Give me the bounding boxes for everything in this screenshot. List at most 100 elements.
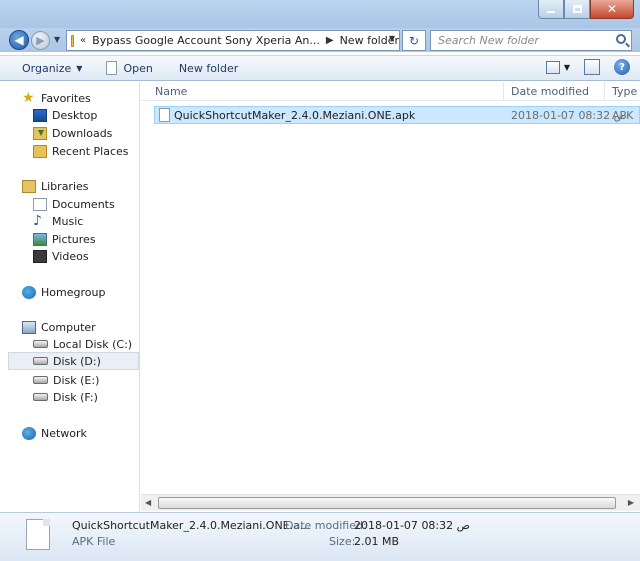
organize-button[interactable]: Organize ▼ <box>17 58 87 78</box>
nav-documents[interactable]: Documents <box>0 195 115 213</box>
nav-label: Pictures <box>52 232 96 246</box>
search-icon <box>616 34 626 44</box>
column-header-date[interactable]: Date modified <box>504 82 605 101</box>
nav-disk-f[interactable]: Disk (F:) <box>0 388 98 406</box>
chevron-down-icon: ▼ <box>563 62 570 72</box>
title-bar: ✕ <box>0 0 640 28</box>
address-dropdown-icon[interactable]: ▼ <box>389 34 395 43</box>
nav-homegroup[interactable]: Homegroup <box>0 283 105 301</box>
forward-button[interactable]: ▶ <box>31 31 50 50</box>
new-folder-label: New folder <box>178 61 239 75</box>
nav-label: Disk (D:) <box>53 354 101 368</box>
minimize-icon <box>547 11 555 13</box>
details-file-name: QuickShortcutMaker_2.4.0.Meziani.ONE.a..… <box>72 519 311 532</box>
hard-drive-icon <box>33 376 48 384</box>
nav-label: Documents <box>52 197 115 211</box>
breadcrumb-separator-icon[interactable]: ▶ <box>326 35 334 46</box>
organize-label: Organize <box>22 61 72 75</box>
chevron-down-icon: ▼ <box>76 63 83 73</box>
refresh-button[interactable]: ↻ <box>402 30 426 51</box>
file-list: Name Date modified Type QuickShortcutMak… <box>141 82 640 512</box>
file-name: QuickShortcutMaker_2.4.0.Meziani.ONE.apk <box>174 109 416 122</box>
close-button[interactable]: ✕ <box>590 0 634 19</box>
open-label: Open <box>123 61 153 75</box>
horizontal-scrollbar[interactable]: ◀ ▶ <box>141 494 640 511</box>
minimize-button[interactable] <box>538 0 564 19</box>
breadcrumb-parent[interactable]: Bypass Google Account Sony Xperia An... <box>92 34 320 47</box>
details-size-value: 2.01 MB <box>354 535 400 548</box>
nav-pictures[interactable]: Pictures <box>0 230 96 248</box>
hard-drive-icon <box>33 393 48 401</box>
back-arrow-icon: ◀ <box>14 33 24 47</box>
recent-places-icon <box>33 144 47 158</box>
view-controls: ▼ ? <box>545 59 630 75</box>
nav-label: Network <box>41 426 87 440</box>
scroll-left-icon[interactable]: ◀ <box>145 498 151 507</box>
pictures-icon <box>33 232 47 246</box>
downloads-icon <box>33 126 47 140</box>
maximize-button[interactable] <box>564 0 590 19</box>
file-large-icon <box>26 519 50 550</box>
open-button[interactable]: Open <box>101 58 157 78</box>
address-bar[interactable]: « Bypass Google Account Sony Xperia An..… <box>66 30 400 51</box>
nav-videos[interactable]: Videos <box>0 247 89 265</box>
nav-favorites[interactable]: ★ Favorites <box>0 89 91 107</box>
network-icon <box>22 426 36 440</box>
nav-label: Local Disk (C:) <box>53 337 133 351</box>
breadcrumb-overflow[interactable]: « <box>80 35 86 46</box>
nav-label: Desktop <box>52 108 98 122</box>
address-row: ◀ ▶ ▼ « Bypass Google Account Sony Xperi… <box>0 28 640 52</box>
column-header-type[interactable]: Type <box>605 82 640 101</box>
close-icon: ✕ <box>606 2 618 16</box>
details-pane: QuickShortcutMaker_2.4.0.Meziani.ONE.a..… <box>0 512 640 561</box>
refresh-icon: ↻ <box>408 33 420 48</box>
nav-disk-e[interactable]: Disk (E:) <box>0 371 99 389</box>
command-bar: Organize ▼ Open New folder ▼ ? <box>0 55 640 81</box>
nav-libraries[interactable]: Libraries <box>0 177 89 195</box>
nav-computer[interactable]: Computer <box>0 318 96 336</box>
scrollbar-thumb[interactable] <box>158 497 616 509</box>
forward-arrow-icon: ▶ <box>36 34 45 47</box>
hard-drive-icon <box>33 357 48 365</box>
recent-pages-dropdown[interactable]: ▼ <box>54 35 60 44</box>
new-folder-button[interactable]: New folder <box>174 58 243 78</box>
change-view-button[interactable]: ▼ <box>545 60 570 74</box>
nav-label: Favorites <box>41 91 91 105</box>
preview-pane-button[interactable] <box>584 59 600 75</box>
back-button[interactable]: ◀ <box>9 30 29 50</box>
file-type: APK <box>612 109 634 122</box>
details-size-label: Size: <box>329 535 356 548</box>
nav-network[interactable]: Network <box>0 424 87 442</box>
music-icon: ♪ <box>33 212 42 229</box>
computer-icon <box>22 320 36 334</box>
nav-disk-d[interactable]: Disk (D:) <box>8 352 139 370</box>
maximize-icon <box>572 5 582 13</box>
folder-icon <box>71 34 75 47</box>
nav-label: Libraries <box>41 179 89 193</box>
videos-icon <box>33 249 47 263</box>
file-row[interactable]: QuickShortcutMaker_2.4.0.Meziani.ONE.apk… <box>154 106 640 124</box>
nav-disk-c[interactable]: Local Disk (C:) <box>0 335 132 353</box>
window-controls: ✕ <box>538 0 634 20</box>
homegroup-icon <box>22 285 36 299</box>
scroll-right-icon[interactable]: ▶ <box>628 498 634 507</box>
search-input[interactable]: Search New folder <box>430 30 632 51</box>
view-icon <box>545 60 560 74</box>
file-date: 2018-01-07 ص 08:32 <box>511 109 627 122</box>
nav-label: Music <box>52 214 84 228</box>
document-icon <box>106 61 118 75</box>
file-icon <box>159 108 170 122</box>
nav-desktop[interactable]: Desktop <box>0 106 97 124</box>
column-header-name[interactable]: Name <box>148 82 504 101</box>
nav-label: Disk (E:) <box>53 373 100 387</box>
nav-recent-places[interactable]: Recent Places <box>0 142 129 160</box>
nav-music[interactable]: ♪ Music <box>0 212 83 230</box>
details-file-type: APK File <box>72 535 116 548</box>
help-button[interactable]: ? <box>614 59 630 75</box>
navigation-pane: ★ Favorites Desktop Downloads Recent Plac… <box>0 82 140 512</box>
nav-label: Recent Places <box>52 144 129 158</box>
search-placeholder: Search New folder <box>438 34 539 47</box>
nav-downloads[interactable]: Downloads <box>0 124 112 142</box>
nav-label: Computer <box>41 320 96 334</box>
nav-label: Homegroup <box>41 285 106 299</box>
